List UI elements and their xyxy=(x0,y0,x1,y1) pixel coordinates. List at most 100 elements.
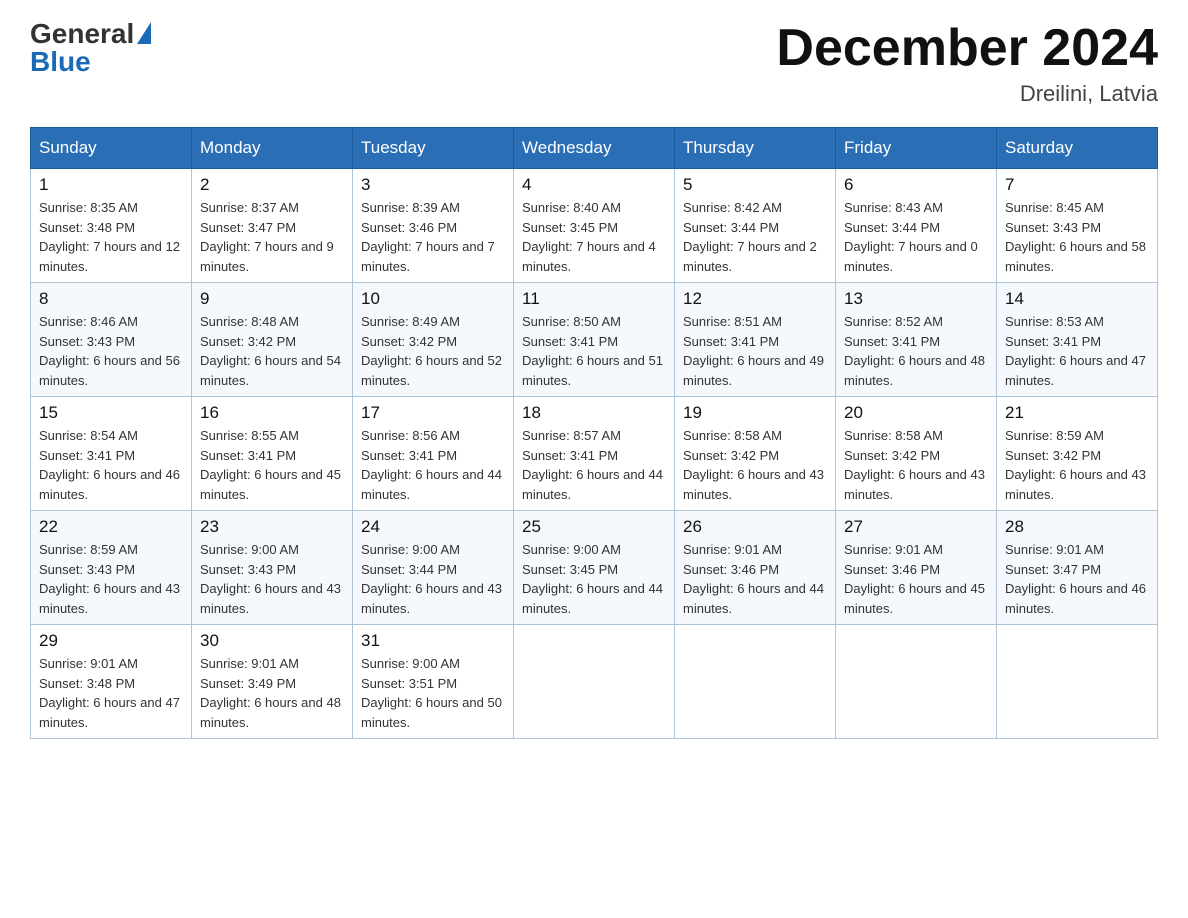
day-info: Sunrise: 8:54 AMSunset: 3:41 PMDaylight:… xyxy=(39,426,183,504)
day-info: Sunrise: 8:49 AMSunset: 3:42 PMDaylight:… xyxy=(361,312,505,390)
calendar-cell: 12 Sunrise: 8:51 AMSunset: 3:41 PMDayligh… xyxy=(675,283,836,397)
calendar-cell: 21 Sunrise: 8:59 AMSunset: 3:42 PMDayligh… xyxy=(997,397,1158,511)
calendar-cell: 28Sunrise: 9:01 AMSunset: 3:47 PMDayligh… xyxy=(997,511,1158,625)
day-info: Sunrise: 9:01 AMSunset: 3:48 PMDaylight:… xyxy=(39,654,183,732)
day-info: Sunrise: 8:55 AMSunset: 3:41 PMDaylight:… xyxy=(200,426,344,504)
calendar-cell: 6Sunrise: 8:43 AMSunset: 3:44 PMDaylight… xyxy=(836,169,997,283)
calendar-cell: 2Sunrise: 8:37 AMSunset: 3:47 PMDaylight… xyxy=(192,169,353,283)
day-number: 30 xyxy=(200,631,344,651)
day-number: 27 xyxy=(844,517,988,537)
day-number: 18 xyxy=(522,403,666,423)
day-info: Sunrise: 8:57 AMSunset: 3:41 PMDaylight:… xyxy=(522,426,666,504)
day-info: Sunrise: 8:45 AMSunset: 3:43 PMDaylight:… xyxy=(1005,198,1149,276)
day-number: 17 xyxy=(361,403,505,423)
day-number: 3 xyxy=(361,175,505,195)
calendar-cell: 9 Sunrise: 8:48 AMSunset: 3:42 PMDaylight… xyxy=(192,283,353,397)
calendar-cell: 23Sunrise: 9:00 AMSunset: 3:43 PMDayligh… xyxy=(192,511,353,625)
day-number: 13 xyxy=(844,289,988,309)
day-header-friday: Friday xyxy=(836,128,997,169)
day-header-monday: Monday xyxy=(192,128,353,169)
day-number: 21 xyxy=(1005,403,1149,423)
day-info: Sunrise: 8:53 AMSunset: 3:41 PMDaylight:… xyxy=(1005,312,1149,390)
logo-general-text: General xyxy=(30,20,134,48)
calendar-header: SundayMondayTuesdayWednesdayThursdayFrid… xyxy=(31,128,1158,169)
calendar-week-5: 29 Sunrise: 9:01 AMSunset: 3:48 PMDayligh… xyxy=(31,625,1158,739)
day-number: 16 xyxy=(200,403,344,423)
day-number: 7 xyxy=(1005,175,1149,195)
day-info: Sunrise: 9:01 AMSunset: 3:46 PMDaylight:… xyxy=(844,540,988,618)
day-info: Sunrise: 8:58 AMSunset: 3:42 PMDaylight:… xyxy=(683,426,827,504)
calendar-cell: 25 Sunrise: 9:00 AMSunset: 3:45 PMDayligh… xyxy=(514,511,675,625)
day-info: Sunrise: 8:59 AMSunset: 3:42 PMDaylight:… xyxy=(1005,426,1149,504)
day-info: Sunrise: 8:37 AMSunset: 3:47 PMDaylight:… xyxy=(200,198,344,276)
day-header-wednesday: Wednesday xyxy=(514,128,675,169)
day-info: Sunrise: 8:50 AMSunset: 3:41 PMDaylight:… xyxy=(522,312,666,390)
calendar-cell: 29 Sunrise: 9:01 AMSunset: 3:48 PMDayligh… xyxy=(31,625,192,739)
day-info: Sunrise: 8:58 AMSunset: 3:42 PMDaylight:… xyxy=(844,426,988,504)
calendar-week-3: 15 Sunrise: 8:54 AMSunset: 3:41 PMDayligh… xyxy=(31,397,1158,511)
day-header-saturday: Saturday xyxy=(997,128,1158,169)
day-number: 4 xyxy=(522,175,666,195)
calendar-cell: 14 Sunrise: 8:53 AMSunset: 3:41 PMDayligh… xyxy=(997,283,1158,397)
day-info: Sunrise: 8:59 AMSunset: 3:43 PMDaylight:… xyxy=(39,540,183,618)
day-info: Sunrise: 9:01 AMSunset: 3:47 PMDaylight:… xyxy=(1005,540,1149,618)
day-number: 15 xyxy=(39,403,183,423)
day-number: 29 xyxy=(39,631,183,651)
calendar-cell: 20 Sunrise: 8:58 AMSunset: 3:42 PMDayligh… xyxy=(836,397,997,511)
day-number: 1 xyxy=(39,175,183,195)
calendar-cell xyxy=(514,625,675,739)
calendar-body: 1 Sunrise: 8:35 AMSunset: 3:48 PMDaylight… xyxy=(31,169,1158,739)
logo-blue-text: Blue xyxy=(30,46,91,77)
calendar-cell: 27 Sunrise: 9:01 AMSunset: 3:46 PMDayligh… xyxy=(836,511,997,625)
calendar-cell: 16 Sunrise: 8:55 AMSunset: 3:41 PMDayligh… xyxy=(192,397,353,511)
logo: General Blue xyxy=(30,20,151,76)
calendar-cell: 30 Sunrise: 9:01 AMSunset: 3:49 PMDayligh… xyxy=(192,625,353,739)
day-header-tuesday: Tuesday xyxy=(353,128,514,169)
day-info: Sunrise: 8:43 AMSunset: 3:44 PMDaylight:… xyxy=(844,198,988,276)
calendar-cell: 26Sunrise: 9:01 AMSunset: 3:46 PMDayligh… xyxy=(675,511,836,625)
day-number: 14 xyxy=(1005,289,1149,309)
day-number: 20 xyxy=(844,403,988,423)
day-info: Sunrise: 8:42 AMSunset: 3:44 PMDaylight:… xyxy=(683,198,827,276)
day-number: 26 xyxy=(683,517,827,537)
calendar-cell: 7 Sunrise: 8:45 AMSunset: 3:43 PMDaylight… xyxy=(997,169,1158,283)
day-number: 24 xyxy=(361,517,505,537)
calendar-cell: 31Sunrise: 9:00 AMSunset: 3:51 PMDayligh… xyxy=(353,625,514,739)
day-number: 12 xyxy=(683,289,827,309)
calendar-cell: 15 Sunrise: 8:54 AMSunset: 3:41 PMDayligh… xyxy=(31,397,192,511)
calendar-cell: 18 Sunrise: 8:57 AMSunset: 3:41 PMDayligh… xyxy=(514,397,675,511)
calendar-cell: 1 Sunrise: 8:35 AMSunset: 3:48 PMDaylight… xyxy=(31,169,192,283)
day-number: 8 xyxy=(39,289,183,309)
calendar-cell: 24Sunrise: 9:00 AMSunset: 3:44 PMDayligh… xyxy=(353,511,514,625)
calendar-cell xyxy=(675,625,836,739)
day-info: Sunrise: 8:51 AMSunset: 3:41 PMDaylight:… xyxy=(683,312,827,390)
day-info: Sunrise: 8:56 AMSunset: 3:41 PMDaylight:… xyxy=(361,426,505,504)
day-number: 31 xyxy=(361,631,505,651)
day-number: 9 xyxy=(200,289,344,309)
calendar-week-2: 8Sunrise: 8:46 AMSunset: 3:43 PMDaylight… xyxy=(31,283,1158,397)
calendar-cell: 8Sunrise: 8:46 AMSunset: 3:43 PMDaylight… xyxy=(31,283,192,397)
month-title: December 2024 xyxy=(776,20,1158,77)
calendar-week-4: 22Sunrise: 8:59 AMSunset: 3:43 PMDayligh… xyxy=(31,511,1158,625)
calendar-cell: 11 Sunrise: 8:50 AMSunset: 3:41 PMDayligh… xyxy=(514,283,675,397)
day-info: Sunrise: 8:40 AMSunset: 3:45 PMDaylight:… xyxy=(522,198,666,276)
calendar-cell: 19Sunrise: 8:58 AMSunset: 3:42 PMDayligh… xyxy=(675,397,836,511)
calendar-cell: 4 Sunrise: 8:40 AMSunset: 3:45 PMDaylight… xyxy=(514,169,675,283)
calendar-cell: 17 Sunrise: 8:56 AMSunset: 3:41 PMDayligh… xyxy=(353,397,514,511)
calendar-cell xyxy=(836,625,997,739)
day-header-thursday: Thursday xyxy=(675,128,836,169)
calendar-week-1: 1 Sunrise: 8:35 AMSunset: 3:48 PMDaylight… xyxy=(31,169,1158,283)
logo-triangle-icon xyxy=(137,22,151,44)
day-info: Sunrise: 8:48 AMSunset: 3:42 PMDaylight:… xyxy=(200,312,344,390)
day-number: 11 xyxy=(522,289,666,309)
calendar-cell xyxy=(997,625,1158,739)
calendar-cell: 22Sunrise: 8:59 AMSunset: 3:43 PMDayligh… xyxy=(31,511,192,625)
day-info: Sunrise: 9:00 AMSunset: 3:45 PMDaylight:… xyxy=(522,540,666,618)
page-header: General Blue December 2024 Dreilini, Lat… xyxy=(30,20,1158,107)
day-info: Sunrise: 9:01 AMSunset: 3:49 PMDaylight:… xyxy=(200,654,344,732)
day-info: Sunrise: 8:35 AMSunset: 3:48 PMDaylight:… xyxy=(39,198,183,276)
day-number: 25 xyxy=(522,517,666,537)
day-info: Sunrise: 8:39 AMSunset: 3:46 PMDaylight:… xyxy=(361,198,505,276)
day-number: 5 xyxy=(683,175,827,195)
calendar-cell: 10Sunrise: 8:49 AMSunset: 3:42 PMDayligh… xyxy=(353,283,514,397)
